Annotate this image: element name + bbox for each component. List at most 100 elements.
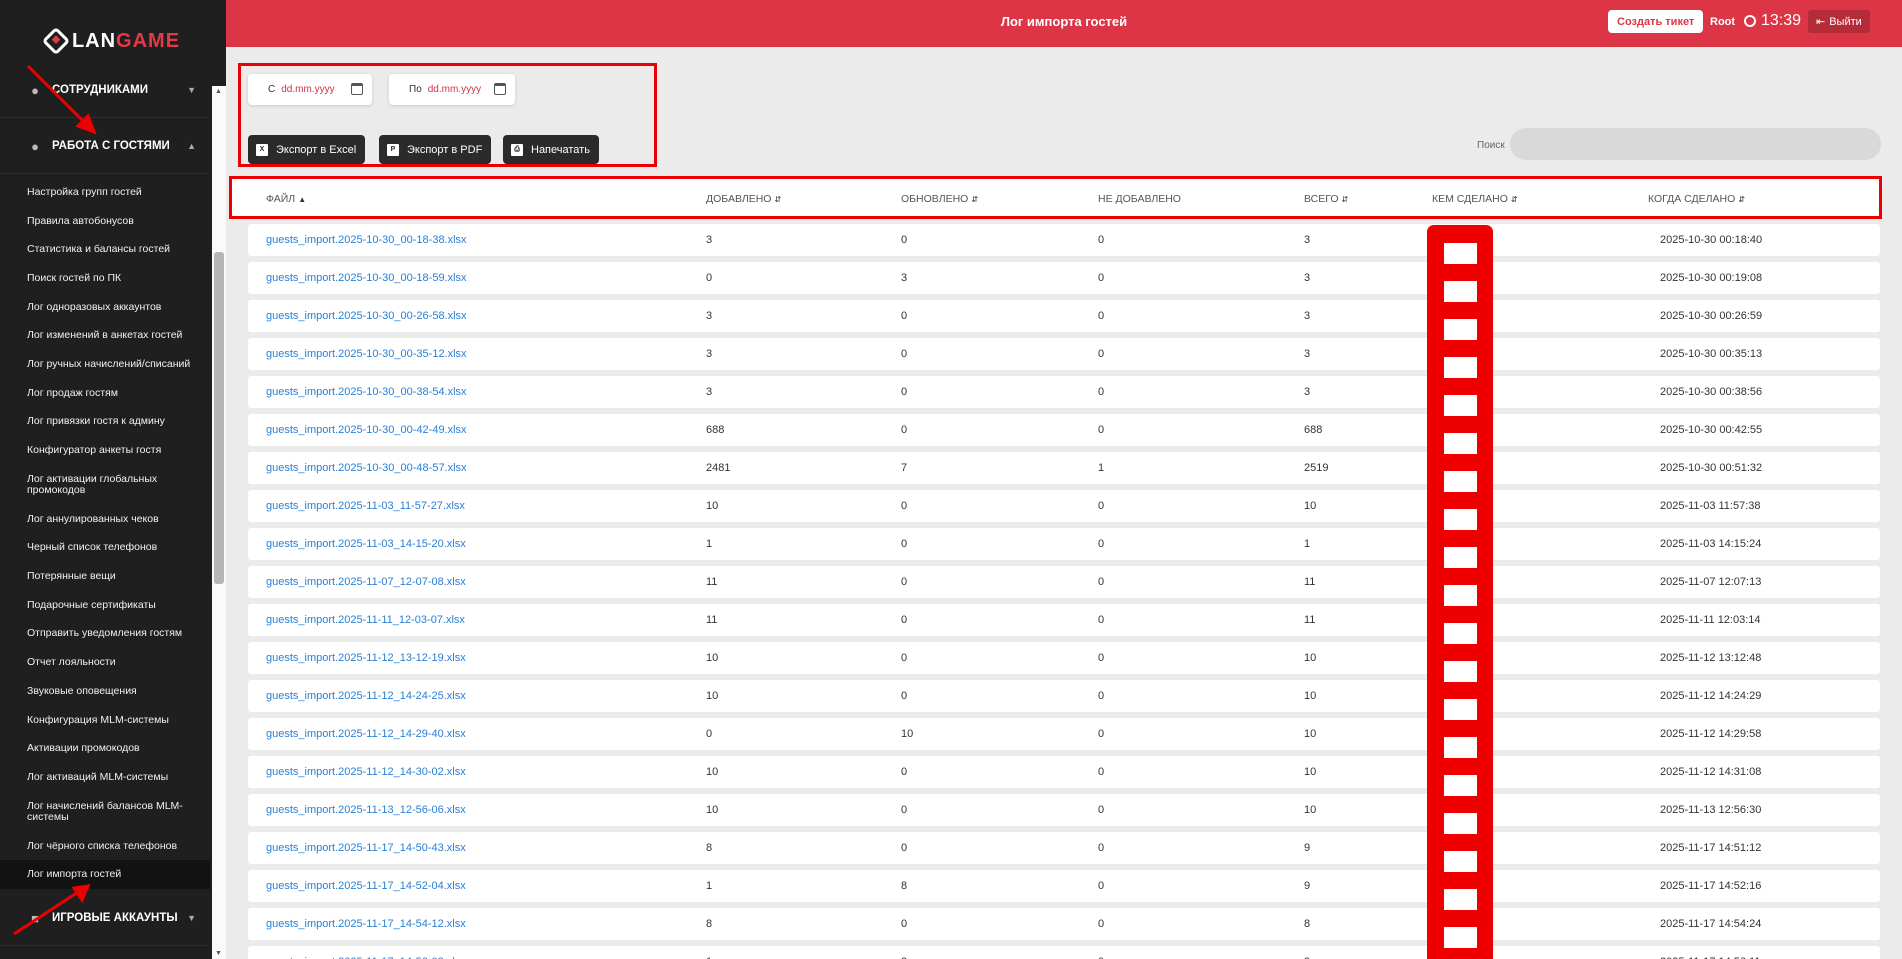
table-row[interactable]: guests_import.2025-11-17_14-56-02.xlsx18… [248,946,1880,959]
scrollbar-thumb[interactable] [214,252,224,584]
column-header-added[interactable]: Добавлено ⇵ [706,193,781,205]
sidebar-item[interactable]: Настройка групп гостей [0,178,210,207]
file-link[interactable]: guests_import.2025-10-30_00-48-57.xlsx [266,462,467,474]
table-row[interactable]: guests_import.2025-11-12_14-24-25.xlsx 10… [248,680,1880,712]
table-row[interactable]: guests_import.2025-10-30_00-18-38.xlsx 3 0… [248,224,1880,256]
sidebar-item[interactable]: Лог изменений в анкетах гостей [0,321,210,350]
cell-not-added: 0 [1098,234,1105,246]
file-link[interactable]: guests_import.2025-10-30_00-18-38.xlsx [266,234,467,246]
table-row[interactable]: guests_import.2025-11-12_13-12-19.xlsx 10… [248,642,1880,674]
file-link[interactable]: guests_import.2025-11-17_14-54-12.xlsx [266,918,466,930]
column-header-total[interactable]: Всего ⇵ [1304,193,1348,205]
user-name[interactable]: Root [1710,16,1735,28]
sort-asc-icon[interactable]: ▲ [298,195,306,204]
table-row[interactable]: guests_import.2025-11-03_11-57-27.xlsx 10… [248,490,1880,522]
sidebar-section-guests[interactable]: ● Работа с гостями ▲ [0,118,210,174]
sidebar-item[interactable]: Лог чёрного списка телефонов [0,832,210,861]
table-row[interactable]: guests_import.2025-11-13_12-56-06.xlsx 10… [248,794,1880,826]
file-link[interactable]: guests_import.2025-10-30_00-38-54.xlsx [266,386,467,398]
column-header-not-added[interactable]: Не добавлено [1098,193,1181,205]
file-link[interactable]: guests_import.2025-11-17_14-50-43.xlsx [266,842,466,854]
sidebar-item[interactable]: Лог активаций MLM-системы [0,763,210,792]
sidebar-item[interactable]: Активации промокодов [0,734,210,763]
file-link[interactable]: guests_import.2025-11-12_14-30-02.xlsx [266,766,466,778]
sidebar-item[interactable]: Лог привязки гостя к админу [0,408,210,437]
file-link[interactable]: guests_import.2025-10-30_00-35-12.xlsx [266,348,467,360]
table-row[interactable]: guests_import.2025-10-30_00-48-57.xlsx 24… [248,452,1880,484]
table-row[interactable]: guests_import.2025-11-12_14-29-40.xlsx 0 1… [248,718,1880,750]
file-link[interactable]: guests_import.2025-11-17_14-52-04.xlsx [266,880,466,892]
table-row[interactable]: guests_import.2025-11-17_14-52-04.xlsx 1 8… [248,870,1880,902]
column-header-when[interactable]: Когда сделано ⇵ [1648,193,1745,205]
sidebar-item[interactable]: Отправить уведомления гостям [0,620,210,649]
create-ticket-button[interactable]: Создать тикет [1608,10,1704,33]
sidebar-item[interactable]: Лог продаж гостям [0,379,210,408]
sidebar-item[interactable]: Потерянные вещи [0,562,210,591]
sort-icon[interactable]: ⇵ [1738,195,1745,204]
sidebar-item[interactable]: Лог одноразовых аккаунтов [0,293,210,322]
date-to-input[interactable]: По dd.mm.yyyy [389,74,515,105]
sidebar-section-game-accounts[interactable]: ■ Игровые аккаунты ▼ [0,890,210,946]
table-row[interactable]: guests_import.2025-11-07_12-07-08.xlsx 11… [248,566,1880,598]
file-link[interactable]: guests_import.2025-11-13_12-56-06.xlsx [266,804,466,816]
sidebar-scrollbar[interactable]: ▲ ▼ [212,86,226,959]
scroll-up-icon[interactable]: ▲ [215,88,222,95]
sidebar-item[interactable]: Подарочные сертификаты [0,591,210,620]
sidebar-item[interactable]: Лог импорта гостей [0,860,210,890]
column-label: Кем сделано [1432,193,1508,205]
cell-updated: 0 [901,918,908,930]
table-row[interactable]: guests_import.2025-11-12_14-30-02.xlsx 10… [248,756,1880,788]
table-row[interactable]: guests_import.2025-11-17_14-54-12.xlsx 8 0… [248,908,1880,940]
sidebar-item[interactable]: Конфигурация MLM-системы [0,706,210,735]
file-link[interactable]: guests_import.2025-11-07_12-07-08.xlsx [266,576,466,588]
sidebar-section-label: Сотрудниками [52,83,149,96]
sort-icon[interactable]: ⇵ [1511,195,1518,204]
file-link[interactable]: guests_import.2025-10-30_00-18-59.xlsx [266,272,467,284]
table-row[interactable]: guests_import.2025-10-30_00-42-49.xlsx 68… [248,414,1880,446]
file-link[interactable]: guests_import.2025-10-30_00-42-49.xlsx [266,424,467,436]
table-row[interactable]: guests_import.2025-10-30_00-26-58.xlsx 3 0… [248,300,1880,332]
cell-total: 3 [1304,348,1311,360]
sidebar-item[interactable]: Черный список телефонов [0,534,210,563]
file-link[interactable]: guests_import.2025-11-03_11-57-27.xlsx [266,500,465,512]
table-row[interactable]: guests_import.2025-10-30_00-38-54.xlsx 3 0… [248,376,1880,408]
column-header-updated[interactable]: Обновлено ⇵ [901,193,978,205]
file-link[interactable]: guests_import.2025-11-11_12-03-07.xlsx [266,614,465,626]
search-input[interactable] [1510,128,1881,160]
table-row[interactable]: guests_import.2025-11-03_14-15-20.xlsx 1 0… [248,528,1880,560]
sidebar-item[interactable]: Лог ручных начислений/списаний [0,350,210,379]
sidebar-item[interactable]: Лог начислений балансов MLM-системы [0,792,210,832]
sidebar-section-staff[interactable]: ● Сотрудниками ▼ [0,62,210,118]
sidebar-item[interactable]: Конфигуратор анкеты гостя [0,436,210,465]
file-link[interactable]: guests_import.2025-11-12_14-29-40.xlsx [266,728,466,740]
cell-total: 10 [1304,804,1317,816]
print-button[interactable]: ⎙ Напечатать [503,135,599,164]
sort-icon[interactable]: ⇵ [971,195,978,204]
table-row[interactable]: guests_import.2025-10-30_00-18-59.xlsx 0 3… [248,262,1880,294]
sidebar-item[interactable]: Статистика и балансы гостей [0,235,210,264]
sort-icon[interactable]: ⇵ [1342,195,1349,204]
sidebar-item[interactable]: Поиск гостей по ПК [0,264,210,293]
date-from-input[interactable]: С dd.mm.yyyy [248,74,372,105]
file-link[interactable]: guests_import.2025-10-30_00-26-58.xlsx [266,310,467,322]
calendar-icon[interactable] [494,83,506,95]
logout-button[interactable]: ⇤ Выйти [1808,10,1870,33]
file-link[interactable]: guests_import.2025-11-12_14-24-25.xlsx [266,690,466,702]
file-link[interactable]: guests_import.2025-11-03_14-15-20.xlsx [266,538,466,550]
file-link[interactable]: guests_import.2025-11-12_13-12-19.xlsx [266,652,466,664]
sidebar-item[interactable]: Звуковые оповещения [0,677,210,706]
export-excel-button[interactable]: X Экспорт в Excel [248,135,366,164]
column-header-who[interactable]: Кем сделано ⇵ [1432,193,1518,205]
column-header-file[interactable]: Файл ▲ [266,193,306,205]
sidebar-item[interactable]: Лог аннулированных чеков [0,505,210,534]
sidebar-item[interactable]: Лог активации глобальных промокодов [0,465,210,505]
scroll-down-icon[interactable]: ▼ [215,950,222,957]
calendar-icon[interactable] [351,83,363,95]
export-pdf-button[interactable]: P Экспорт в PDF [379,135,492,164]
sidebar-item[interactable]: Отчет лояльности [0,648,210,677]
table-row[interactable]: guests_import.2025-11-17_14-50-43.xlsx 8 0… [248,832,1880,864]
table-row[interactable]: guests_import.2025-10-30_00-35-12.xlsx 3 0… [248,338,1880,370]
table-row[interactable]: guests_import.2025-11-11_12-03-07.xlsx 11… [248,604,1880,636]
sort-icon[interactable]: ⇵ [774,195,781,204]
sidebar-item[interactable]: Правила автобонусов [0,207,210,236]
